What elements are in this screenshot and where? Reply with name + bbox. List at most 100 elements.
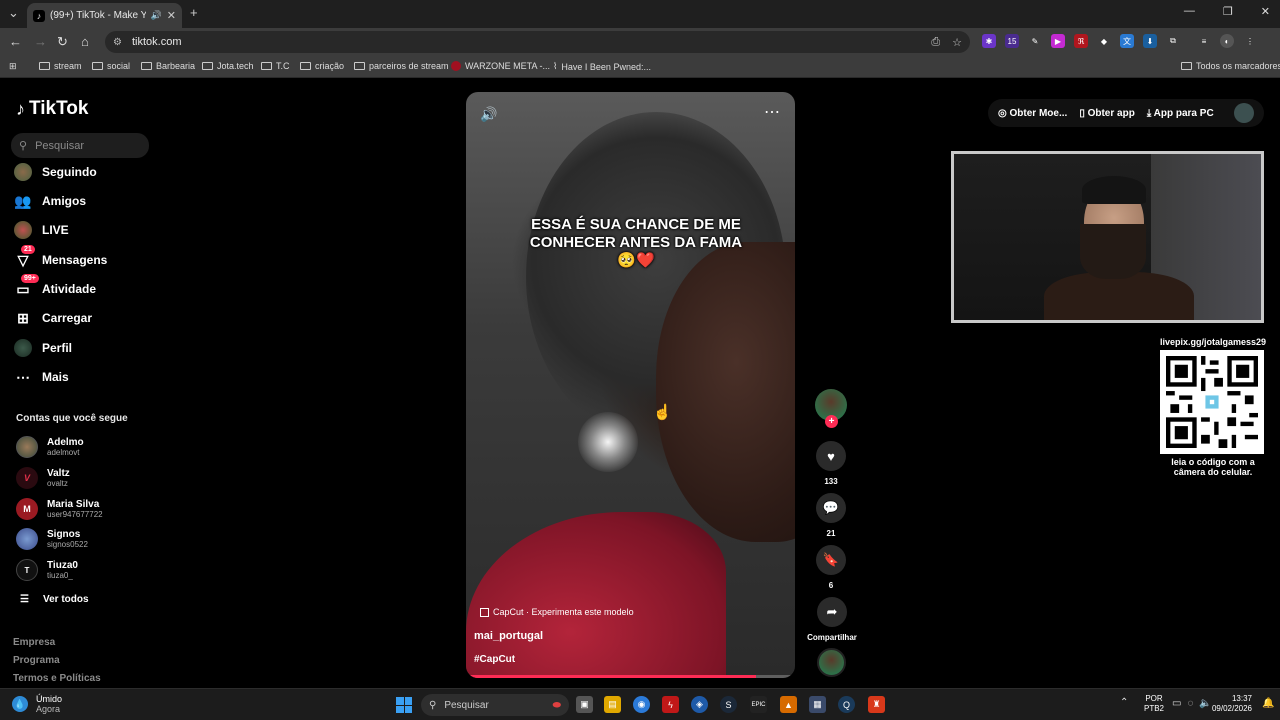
weather-widget[interactable]: 💧 Úmido Agora xyxy=(12,694,62,714)
bookmark-icon[interactable]: 🔖 xyxy=(816,545,846,575)
app-icon[interactable]: Q xyxy=(838,696,855,713)
see-all-button[interactable]: ☰ Ver todos xyxy=(20,594,89,605)
close-window-icon[interactable]: ✕ xyxy=(1261,5,1270,18)
following-account[interactable]: M Maria Silva user947677722 xyxy=(16,498,103,520)
address-bar[interactable]: ⚙ tiktok.com ⎙ ☆ xyxy=(105,31,970,53)
back-icon[interactable]: ← xyxy=(9,34,22,49)
tiktok-logo[interactable]: ♪ TikTok xyxy=(16,98,88,120)
app-icon[interactable]: ▦ xyxy=(809,696,826,713)
extension-icon[interactable]: 15 xyxy=(1005,34,1019,48)
share-action[interactable]: ➦ Compartilhar xyxy=(806,597,858,642)
home-icon[interactable]: ⌂ xyxy=(81,34,89,49)
menu-icon[interactable]: ⋮ xyxy=(1243,34,1257,48)
reading-list-icon[interactable]: ≡ xyxy=(1197,34,1211,48)
nav-atividade[interactable]: ▭ 99+ Atividade xyxy=(14,274,96,298)
forward-icon[interactable]: → xyxy=(34,34,47,49)
volume-icon[interactable]: 🔊 xyxy=(480,106,497,123)
speaker-icon[interactable]: 🔊 xyxy=(151,10,162,21)
following-account[interactable]: T Tiuza0 tiuza0_ xyxy=(16,559,78,581)
browser-tab[interactable]: ♪ (99+) TikTok - Make Your Day 🔊 ✕ xyxy=(27,3,182,28)
save-action[interactable]: 🔖 6 xyxy=(815,545,847,590)
chrome-icon[interactable]: ◉ xyxy=(633,696,650,713)
nav-mais[interactable]: ⋯ Mais xyxy=(14,368,69,386)
messages-badge: 21 xyxy=(21,245,35,254)
windows-start-icon[interactable] xyxy=(396,697,412,713)
bookmark-folder[interactable]: parceiros de stream xyxy=(354,61,449,71)
following-account[interactable]: Signos signos0522 xyxy=(16,528,88,550)
nav-amigos[interactable]: 👥 Amigos xyxy=(14,192,86,210)
music-disc-avatar[interactable] xyxy=(817,648,846,677)
maximize-icon[interactable]: ❐ xyxy=(1223,5,1233,18)
tab-search-icon[interactable]: ⌄ xyxy=(8,5,19,21)
video-progress-bar[interactable] xyxy=(466,675,795,678)
bookmark-folder[interactable]: Barbearia xyxy=(141,61,195,71)
user-avatar[interactable] xyxy=(1234,103,1254,123)
extension-icon[interactable]: ▶ xyxy=(1051,34,1065,48)
footer-link[interactable]: Empresa xyxy=(13,637,55,648)
brave-icon[interactable]: ♜ xyxy=(868,696,885,713)
network-icon[interactable]: ▭ xyxy=(1172,698,1181,709)
steam-icon[interactable]: S xyxy=(720,696,737,713)
install-app-icon[interactable]: ⎙ xyxy=(931,36,940,49)
file-explorer-icon[interactable]: ▤ xyxy=(604,696,621,713)
clock[interactable]: 13:37 09/02/2026 xyxy=(1207,694,1252,714)
nav-live[interactable]: LIVE xyxy=(14,221,69,239)
reload-icon[interactable]: ↻ xyxy=(57,34,68,50)
app-icon[interactable]: ▲ xyxy=(780,696,797,713)
app-icon[interactable]: ϟ xyxy=(662,696,679,713)
extension-icon[interactable]: ℜ xyxy=(1074,34,1088,48)
epic-games-icon[interactable]: EPIC xyxy=(750,696,767,713)
all-bookmarks[interactable]: Todos os marcadores xyxy=(1181,61,1280,71)
bookmark-folder[interactable]: T.C xyxy=(261,61,290,71)
video-username[interactable]: mai_portugal xyxy=(474,630,543,642)
translate-icon[interactable]: 文 xyxy=(1120,34,1134,48)
app-icon[interactable]: ◈ xyxy=(691,696,708,713)
task-view-icon[interactable]: ▣ xyxy=(576,696,593,713)
site-info-icon[interactable]: ⚙ xyxy=(113,37,122,48)
notification-icon[interactable]: 🔔 xyxy=(1262,698,1274,709)
nav-carregar[interactable]: ⊞ Carregar xyxy=(14,309,92,327)
comment-action[interactable]: 💬 21 xyxy=(815,493,847,538)
close-tab-icon[interactable]: ✕ xyxy=(167,9,176,22)
bookmark-folder[interactable]: criação xyxy=(300,61,344,71)
extension-icon[interactable]: ✱ xyxy=(982,34,996,48)
nav-mensagens[interactable]: ▽ 21 Mensagens xyxy=(14,245,107,269)
get-coins-button[interactable]: ◎ Obter Moe... xyxy=(998,108,1067,119)
following-account[interactable]: Adelmo adelmovt xyxy=(16,436,84,458)
apps-grid-icon[interactable]: ⊞ xyxy=(9,61,17,72)
bookmark-star-icon[interactable]: ☆ xyxy=(952,36,962,49)
comment-icon[interactable]: 💬 xyxy=(816,493,846,523)
nav-seguindo[interactable]: Seguindo xyxy=(14,163,97,181)
like-action[interactable]: ♥ 133 xyxy=(815,441,847,486)
bookmark-folder[interactable]: Jota.tech xyxy=(202,61,254,71)
taskbar-search[interactable]: ⚲ Pesquisar ⬬ xyxy=(421,694,569,716)
footer-link[interactable]: Termos e Políticas xyxy=(13,673,101,684)
share-icon[interactable]: ➦ xyxy=(817,597,847,627)
extension-icon[interactable]: ⬇ xyxy=(1143,34,1157,48)
pen-icon[interactable]: ✎ xyxy=(1028,34,1042,48)
bookmark-folder[interactable]: stream xyxy=(39,61,82,71)
search-input[interactable]: ⚲ Pesquisar xyxy=(11,133,149,158)
extension-icon[interactable]: ◆ xyxy=(1097,34,1111,48)
get-app-button[interactable]: ▯ Obter app xyxy=(1079,108,1135,119)
more-options-icon[interactable]: ⋯ xyxy=(764,102,781,122)
bookmark-link[interactable]: ⌇ Have I Been Pwned:... xyxy=(553,61,651,72)
pc-app-button[interactable]: ⤓ App para PC xyxy=(1147,108,1214,119)
heart-icon[interactable]: ♥ xyxy=(816,441,846,471)
new-tab-icon[interactable]: + xyxy=(190,5,198,20)
chevron-up-icon[interactable]: ⌃ xyxy=(1120,697,1128,708)
capcut-template-link[interactable]: CapCut · Experimenta este modelo xyxy=(480,607,634,617)
following-account[interactable]: V Valtz ovaltz xyxy=(16,467,70,489)
wifi-icon[interactable]: ◌ xyxy=(1187,698,1193,709)
video-hashtag[interactable]: #CapCut xyxy=(474,654,515,665)
bookmark-folder[interactable]: social xyxy=(92,61,130,71)
nav-perfil[interactable]: Perfil xyxy=(14,339,72,357)
language-indicator[interactable]: POR PTB2 xyxy=(1144,694,1164,714)
footer-link[interactable]: Programa xyxy=(13,655,60,666)
follow-plus-icon[interactable]: + xyxy=(825,415,838,428)
minimize-icon[interactable]: — xyxy=(1184,5,1195,18)
video-player[interactable]: 🔊 ⋯ ESSA É SUA CHANCE DE ME CONHECER ANT… xyxy=(466,92,795,678)
puzzle-icon[interactable]: ⧉ xyxy=(1166,34,1180,48)
bookmark-link[interactable]: WARZONE META -... xyxy=(451,61,550,71)
profile-avatar[interactable]: ◐ xyxy=(1220,34,1234,48)
